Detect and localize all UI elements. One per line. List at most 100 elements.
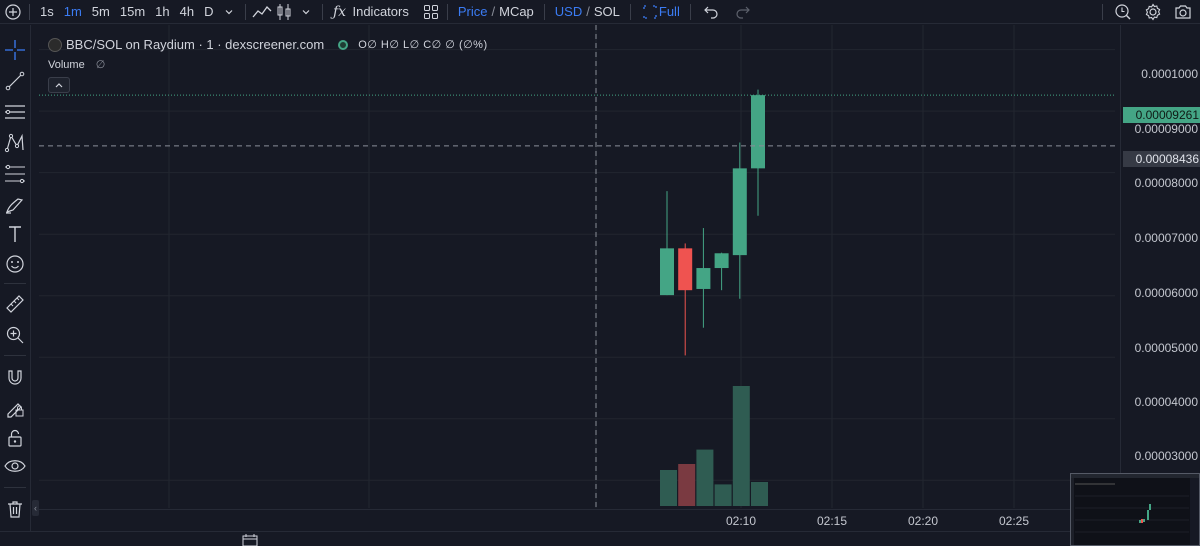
volume-bar	[714, 484, 732, 506]
trash-icon[interactable]	[2, 496, 28, 522]
layout-grid-icon[interactable]	[420, 1, 442, 23]
calendar-icon[interactable]	[242, 534, 258, 546]
indicators-button[interactable]: Indicators	[350, 0, 413, 24]
price-mcap-toggle[interactable]: Price / MCap	[453, 0, 539, 24]
toolbar-divider	[689, 3, 691, 20]
line-chart-icon[interactable]	[251, 1, 273, 23]
toolbar-divider	[322, 3, 324, 20]
time-tick: 02:10	[726, 514, 757, 528]
full-label: Full	[658, 4, 680, 19]
mcap-option[interactable]: MCap	[499, 4, 534, 19]
volume-label[interactable]: Volume	[48, 59, 85, 71]
candle-body	[751, 95, 765, 169]
undo-icon[interactable]	[700, 1, 722, 23]
usd-sol-toggle[interactable]: USD / SOL	[550, 0, 625, 24]
toolbar-divider	[245, 3, 247, 20]
magnet-icon[interactable]	[2, 365, 28, 391]
price-tick: 0.00008000	[1134, 176, 1198, 190]
ruler-icon[interactable]	[2, 291, 28, 317]
interval-4h[interactable]: 4h	[175, 0, 199, 24]
interval-15m[interactable]: 15m	[115, 0, 150, 24]
screenshot-thumbnail[interactable]	[1070, 473, 1200, 546]
time-tick: 02:25	[999, 514, 1030, 528]
candle-body	[714, 253, 729, 269]
volume-value: ∅	[95, 59, 106, 71]
fib-icon[interactable]	[2, 161, 28, 187]
chevron-up-icon	[55, 83, 63, 88]
toolbar-divider	[629, 3, 631, 20]
add-symbol-icon[interactable]	[2, 1, 24, 23]
gear-icon[interactable]	[1142, 1, 1164, 23]
thumbnail-image	[1071, 474, 1199, 545]
lock-drawing-icon[interactable]	[2, 395, 28, 421]
crosshair-price-tag: 0.00008436	[1123, 151, 1200, 167]
volume-bar	[696, 449, 714, 506]
price-tick: 0.00006000	[1134, 286, 1198, 300]
collapse-legend-button[interactable]	[48, 77, 70, 93]
volume-bar	[751, 482, 768, 506]
interval-1s[interactable]: 1s	[35, 0, 59, 24]
fullscreen-icon	[641, 1, 659, 23]
volume-bar	[732, 386, 750, 506]
time-axis[interactable]: 02:10 02:15 02:20 02:25	[39, 509, 1120, 531]
sol-option[interactable]: SOL	[594, 4, 620, 19]
candle-body	[732, 168, 747, 256]
interval-D[interactable]: D	[199, 0, 218, 24]
last-price-tag: 0.00009261	[1123, 107, 1200, 123]
candle-body	[678, 248, 693, 291]
chart-pane[interactable]	[39, 25, 1115, 508]
market-status-icon	[338, 39, 349, 50]
emoji-icon[interactable]	[2, 251, 28, 277]
candle-body	[660, 248, 674, 296]
ohlc-values: O∅ H∅ L∅ C∅ ∅ (∅%)	[358, 39, 488, 51]
chart-legend: BBC/SOL on Raydium · 1 · dexscreener.com…	[48, 37, 488, 52]
drawing-toolbar	[0, 25, 31, 546]
usd-option[interactable]: USD	[555, 4, 582, 19]
indicators-fx-icon[interactable]: ƒx	[328, 1, 350, 23]
interval-1m[interactable]: 1m	[59, 0, 87, 24]
time-tick: 02:15	[817, 514, 848, 528]
time-tick: 02:20	[908, 514, 939, 528]
brush-icon[interactable]	[2, 192, 28, 218]
trend-line-icon[interactable]	[2, 68, 28, 94]
toolbar-divider	[543, 3, 545, 20]
text-icon[interactable]	[2, 221, 28, 247]
bottom-toolbar	[0, 531, 1200, 546]
toolbar-divider	[4, 487, 26, 488]
full-button[interactable]: Full	[636, 0, 685, 24]
price-tick: 0.00003000	[1134, 449, 1198, 463]
price-option[interactable]: Price	[458, 4, 488, 19]
chevron-down-icon[interactable]	[295, 1, 317, 23]
toolbar-divider	[4, 283, 26, 284]
toolbar-divider	[4, 355, 26, 356]
crosshair-icon[interactable]	[2, 37, 28, 63]
price-tick: 0.00004000	[1134, 395, 1198, 409]
price-tick: 0.00007000	[1134, 231, 1198, 245]
toolbar-divider	[1102, 3, 1103, 20]
price-chart[interactable]	[39, 25, 1115, 508]
pattern-icon[interactable]	[2, 130, 28, 156]
toolbar-collapse-handle[interactable]: ‹	[32, 500, 39, 516]
toolbar-divider	[29, 3, 30, 20]
eye-icon[interactable]	[2, 453, 28, 479]
price-tick: 0.00005000	[1134, 341, 1198, 355]
token-logo-icon	[48, 37, 62, 52]
candles-icon[interactable]	[273, 1, 295, 23]
horizontal-lines-icon[interactable]	[2, 99, 28, 125]
chevron-down-icon[interactable]	[218, 1, 240, 23]
separator-slash: /	[491, 4, 496, 19]
symbol-title[interactable]: BBC/SOL on Raydium · 1 · dexscreener.com	[66, 37, 324, 52]
interval-5m[interactable]: 5m	[87, 0, 115, 24]
redo-icon[interactable]	[732, 1, 754, 23]
volume-legend: Volume ∅	[48, 58, 105, 71]
interval-1h[interactable]: 1h	[150, 0, 174, 24]
camera-icon[interactable]	[1172, 1, 1194, 23]
zoom-in-icon[interactable]	[2, 322, 28, 348]
price-axis[interactable]: 0.0001000 0.00009000 0.00008000 0.000070…	[1120, 25, 1200, 508]
quick-search-icon[interactable]	[1112, 1, 1134, 23]
lock-icon[interactable]	[2, 425, 28, 451]
candles	[660, 89, 765, 356]
price-tick: 0.0001000	[1141, 67, 1198, 81]
toolbar-divider	[446, 3, 448, 20]
price-tick: 0.00009000	[1134, 122, 1198, 136]
